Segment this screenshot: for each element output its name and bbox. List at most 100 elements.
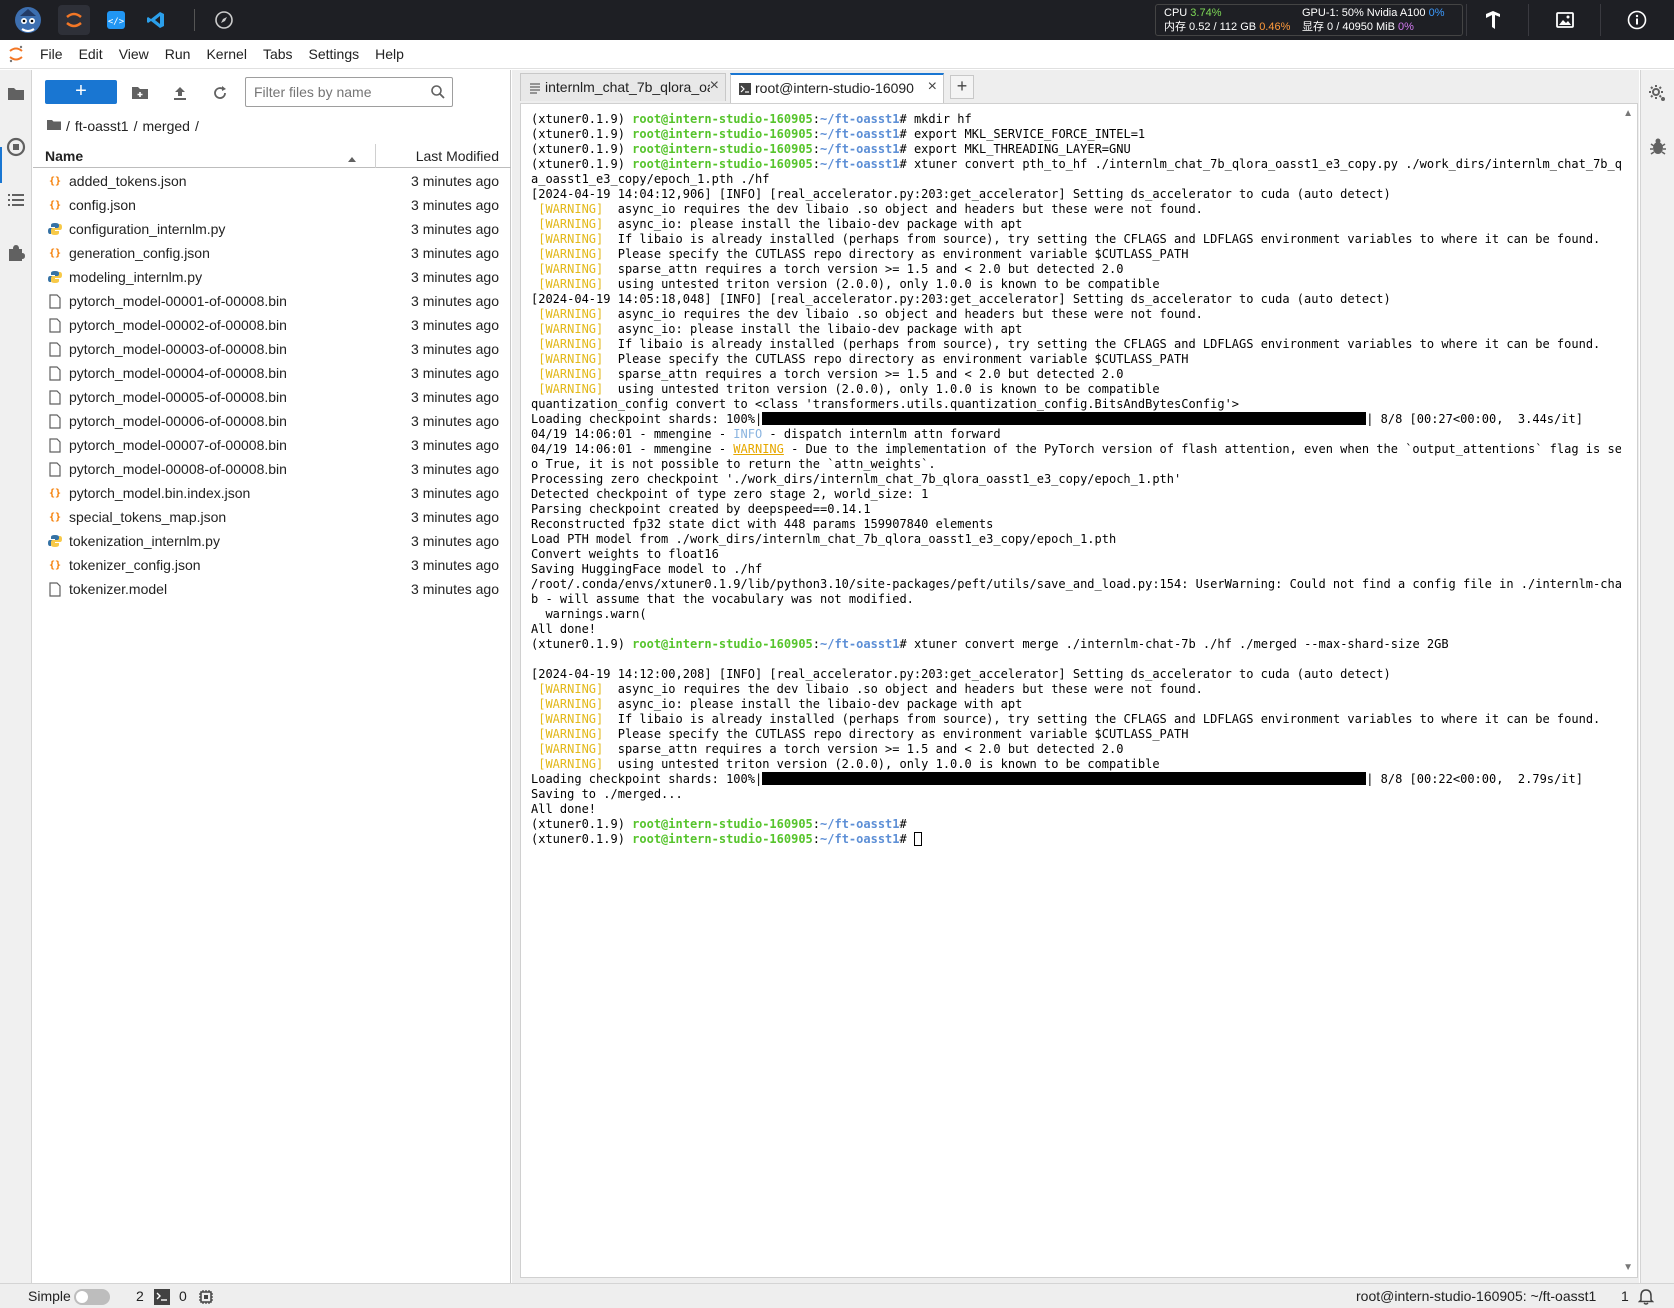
running-kernels-icon[interactable]: [4, 135, 28, 159]
terminal-line: quantization_config convert to <class 't…: [531, 397, 1621, 412]
breadcrumb-ft-oasst1[interactable]: ft-oasst1: [75, 118, 129, 134]
file-row[interactable]: {} config.json 3 minutes ago: [33, 193, 511, 217]
file-modified: 3 minutes ago: [411, 509, 499, 525]
file-row[interactable]: pytorch_model-00007-of-00008.bin 3 minute…: [33, 433, 511, 457]
vscode-icon[interactable]: [140, 5, 172, 35]
file-row[interactable]: {} special_tokens_map.json 3 minutes ago: [33, 505, 511, 529]
jupyter-icon[interactable]: [58, 5, 90, 35]
menu-settings[interactable]: Settings: [301, 40, 368, 69]
terminal-line: [WARNING] Please specify the CUTLASS rep…: [531, 352, 1621, 367]
tab-notebook-config[interactable]: internlm_chat_7b_qlora_oa ×: [520, 73, 726, 101]
file-row[interactable]: pytorch_model-00004-of-00008.bin 3 minute…: [33, 361, 511, 385]
new-launcher-button[interactable]: +: [45, 80, 117, 104]
menu-file[interactable]: File: [32, 40, 71, 69]
terminal-line: /root/.conda/envs/xtuner0.1.9/lib/python…: [531, 577, 1621, 592]
image-icon[interactable]: [1553, 8, 1577, 32]
kernels-count[interactable]: 2: [136, 1288, 144, 1304]
terminal-text: :: [812, 127, 821, 141]
debugger-bug-icon[interactable]: [1646, 135, 1670, 159]
menu-view[interactable]: View: [111, 40, 157, 69]
file-row[interactable]: {} pytorch_model.bin.index.json 3 minutes …: [33, 481, 511, 505]
column-name-header[interactable]: Name: [45, 148, 83, 164]
tab-close-icon[interactable]: ×: [928, 78, 937, 96]
breadcrumb-merged[interactable]: merged: [142, 118, 189, 134]
terminal-text: [WARNING]: [538, 232, 604, 246]
memory-value: 0.46%: [1259, 21, 1291, 33]
terminals-count[interactable]: 0: [179, 1288, 187, 1304]
menu-kernel[interactable]: Kernel: [198, 40, 254, 69]
file-row[interactable]: {} tokenizer_config.json 3 minutes ago: [33, 553, 511, 577]
upload-icon[interactable]: [169, 82, 191, 104]
new-tab-button[interactable]: +: [950, 75, 974, 99]
menu-run[interactable]: Run: [157, 40, 199, 69]
file-row[interactable]: pytorch_model-00003-of-00008.bin 3 minute…: [33, 337, 511, 361]
menu-tabs[interactable]: Tabs: [255, 40, 301, 69]
terminal-status-icon[interactable]: [154, 1289, 170, 1308]
terminal-line: All done!: [531, 802, 1621, 817]
terminal-text: | 8/8 [00:22<00:00, 2.79s/it]: [1366, 772, 1583, 786]
file-row[interactable]: modeling_internlm.py 3 minutes ago: [33, 265, 511, 289]
file-row[interactable]: tokenizer.model 3 minutes ago: [33, 577, 511, 601]
file-row[interactable]: pytorch_model-00006-of-00008.bin 3 minute…: [33, 409, 511, 433]
terminal-line: [2024-04-19 14:12:00,208] [INFO] [real_a…: [531, 667, 1621, 682]
file-modified: 3 minutes ago: [411, 533, 499, 549]
terminal-text: quantization_config convert to <class 't…: [531, 397, 1240, 411]
info-icon[interactable]: [1625, 8, 1649, 32]
file-modified: 3 minutes ago: [411, 365, 499, 381]
file-row[interactable]: pytorch_model-00002-of-00008.bin 3 minute…: [33, 313, 511, 337]
file-name: pytorch_model-00006-of-00008.bin: [69, 413, 287, 429]
file-list: {} added_tokens.json 3 minutes ago {} config…: [33, 169, 511, 601]
terminal-text: [WARNING]: [538, 367, 604, 381]
file-row[interactable]: pytorch_model-00008-of-00008.bin 3 minute…: [33, 457, 511, 481]
folder-icon[interactable]: [4, 82, 28, 106]
kernel-chip-icon[interactable]: [198, 1289, 214, 1308]
file-row[interactable]: pytorch_model-00001-of-00008.bin 3 minute…: [33, 289, 511, 313]
terminal-text: [WARNING]: [538, 697, 604, 711]
file-name: pytorch_model-00005-of-00008.bin: [69, 389, 287, 405]
notification-bell-icon[interactable]: [1637, 1288, 1655, 1308]
refresh-icon[interactable]: [209, 82, 231, 104]
table-of-contents-icon[interactable]: [4, 188, 28, 212]
file-row[interactable]: pytorch_model-00005-of-00008.bin 3 minute…: [33, 385, 511, 409]
terminal-text: [WARNING]: [538, 262, 604, 276]
terminal-text: If libaio is already installed (perhaps …: [603, 337, 1601, 351]
file-row[interactable]: {} generation_config.json 3 minutes ago: [33, 241, 511, 265]
new-folder-icon[interactable]: [129, 82, 151, 104]
terminal-text: using untested triton version (2.0.0), o…: [603, 277, 1160, 291]
terminal-text: ~/ft-oasst1: [820, 832, 900, 846]
file-row[interactable]: {} added_tokens.json 3 minutes ago: [33, 169, 511, 193]
simple-mode-toggle[interactable]: [74, 1289, 110, 1305]
code-editor-icon[interactable]: </>: [100, 5, 132, 35]
file-row[interactable]: configuration_internlm.py 3 minutes ago: [33, 217, 511, 241]
compass-icon[interactable]: [208, 5, 240, 35]
column-resize-handle[interactable]: [375, 144, 376, 168]
scroll-down-arrow-icon[interactable]: ▼: [1623, 1262, 1633, 1273]
terminal-line: [WARNING] using untested triton version …: [531, 277, 1621, 292]
tensorflow-icon[interactable]: [1481, 8, 1505, 32]
file-name: tokenizer.model: [69, 581, 168, 597]
tab-terminal[interactable]: root@intern-studio-16090 ×: [730, 73, 944, 103]
terminal-text: | 8/8 [00:27<00:00, 3.44s/it]: [1366, 412, 1583, 426]
separator: [1466, 4, 1467, 36]
filter-files-input[interactable]: [254, 83, 424, 101]
sort-ascending-icon[interactable]: [347, 150, 357, 166]
property-inspector-gear-icon[interactable]: [1646, 82, 1670, 106]
terminal-text: :: [812, 142, 821, 156]
terminal-line: (xtuner0.1.9) root@intern-studio-160905:…: [531, 832, 1621, 847]
file-row[interactable]: tokenization_internlm.py 3 minutes ago: [33, 529, 511, 553]
terminal-text: (xtuner0.1.9): [531, 157, 633, 171]
extensions-puzzle-icon[interactable]: [4, 241, 28, 265]
file-icon: [47, 461, 63, 477]
breadcrumb-root[interactable]: /: [66, 118, 70, 134]
column-modified-header[interactable]: Last Modified: [416, 148, 499, 164]
app-logo-icon[interactable]: [12, 5, 44, 35]
separator: [1528, 4, 1529, 36]
menu-edit[interactable]: Edit: [71, 40, 111, 69]
notification-count[interactable]: 1: [1621, 1288, 1629, 1304]
tab-close-icon[interactable]: ×: [710, 77, 719, 95]
file-name: pytorch_model-00003-of-00008.bin: [69, 341, 287, 357]
menu-help[interactable]: Help: [367, 40, 412, 69]
scroll-up-arrow-icon[interactable]: ▲: [1623, 108, 1633, 119]
home-folder-icon[interactable]: [47, 118, 61, 134]
terminal-panel[interactable]: (xtuner0.1.9) root@intern-studio-160905:…: [520, 103, 1638, 1278]
